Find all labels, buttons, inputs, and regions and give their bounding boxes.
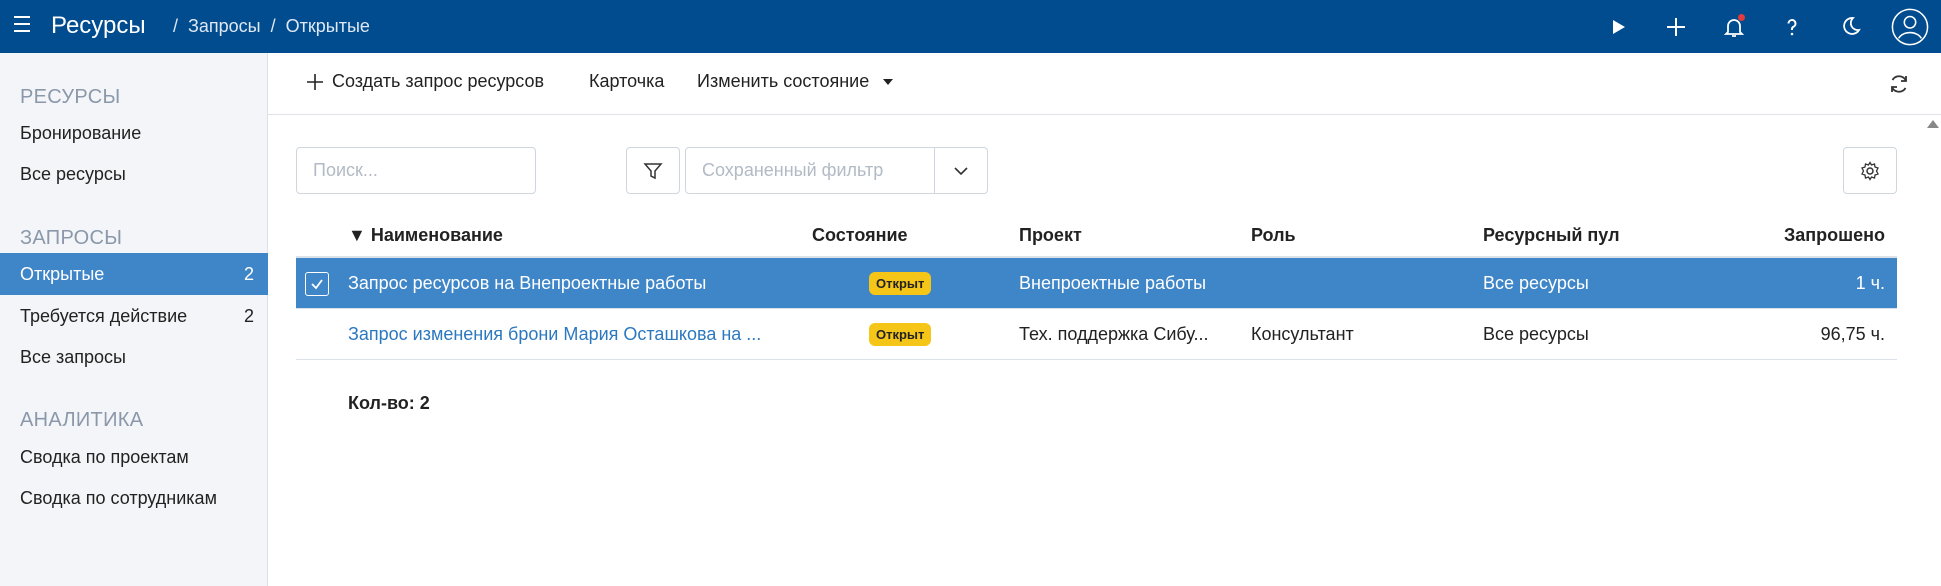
user-profile-button[interactable] [1879, 0, 1941, 53]
breadcrumb-item-open: Открытые [285, 16, 370, 36]
sidebar-item-label: Все запросы [20, 346, 126, 367]
row-project: Тех. поддержка Сибу... [1019, 324, 1209, 344]
row-name[interactable]: Запрос ресурсов на Внепроектные работы [348, 273, 788, 294]
sidebar-item-all-resources[interactable]: Все ресурсы [0, 155, 268, 193]
sidebar-item-label: Сводка по сотрудникам [20, 487, 217, 508]
sidebar-item-projects-summary[interactable]: Сводка по проектам [0, 438, 268, 476]
saved-filter-dropdown-button[interactable] [935, 148, 987, 193]
add-button[interactable] [1647, 0, 1705, 53]
chevron-down-icon [954, 166, 968, 175]
sidebar-group-resources: РЕСУРСЫ [20, 86, 121, 108]
change-state-label: Изменить состояние [697, 71, 870, 91]
plus-icon [307, 73, 323, 90]
table-settings-button[interactable] [1843, 147, 1897, 194]
toolbar: Создать запрос ресурсов Карточка Изменит… [268, 53, 1941, 115]
breadcrumb: / Запросы / Открытые [173, 16, 370, 37]
column-requested[interactable]: Запрошено [1784, 225, 1885, 246]
hamburger-menu-icon[interactable] [14, 16, 34, 36]
breadcrumb-separator: / [173, 16, 179, 36]
search-input[interactable] [296, 147, 536, 194]
row-requested: 1 ч. [1855, 273, 1885, 293]
sidebar-item-booking[interactable]: Бронирование [0, 114, 268, 152]
checkmark-icon [311, 279, 323, 290]
sidebar-item-label: Бронирование [20, 122, 142, 143]
sidebar-item-label: Все ресурсы [20, 163, 126, 184]
sidebar-item-label: Требуется действие [20, 305, 188, 326]
row-pool: Все ресурсы [1483, 273, 1589, 293]
requests-table: ▼ Наименование Состояние Проект Роль Рес… [296, 215, 1897, 413]
question-icon [1787, 18, 1797, 35]
play-button[interactable] [1589, 0, 1647, 53]
column-name-label: Наименование [370, 225, 503, 245]
status-badge: Открыт [869, 323, 932, 346]
moon-icon [1843, 16, 1861, 35]
notification-dot [1738, 14, 1745, 21]
scroll-up-arrow[interactable] [1927, 120, 1939, 128]
create-request-button[interactable]: Создать запрос ресурсов [306, 71, 544, 92]
row-checkbox[interactable] [305, 272, 329, 296]
status-badge: Открыт [869, 272, 932, 295]
play-icon [1613, 19, 1625, 34]
sidebar-item-employees-summary[interactable]: Сводка по сотрудникам [0, 479, 268, 517]
row-pool: Все ресурсы [1483, 324, 1589, 344]
column-project[interactable]: Проект [1019, 225, 1082, 246]
sidebar-item-label: Открытые [20, 263, 105, 284]
row-project: Внепроектные работы [1019, 273, 1207, 293]
refresh-icon[interactable] [1887, 72, 1911, 96]
plus-icon [1667, 17, 1685, 36]
main-content: Создать запрос ресурсов Карточка Изменит… [268, 53, 1941, 586]
notifications-button[interactable] [1705, 0, 1763, 53]
theme-toggle-button[interactable] [1821, 0, 1879, 53]
sidebar-item-action-required[interactable]: Требуется действие 2 [0, 297, 268, 335]
total-count: Кол-во: 2 [348, 393, 430, 413]
table-row[interactable]: Запрос ресурсов на Внепроектные работы О… [296, 258, 1897, 309]
sort-desc-icon: ▼ [348, 225, 366, 245]
breadcrumb-item-requests[interactable]: Запросы [188, 16, 261, 37]
row-role: Консультант [1251, 324, 1354, 344]
avatar-icon [1891, 8, 1929, 45]
sidebar-item-open[interactable]: Открытые 2 [0, 253, 268, 295]
sidebar-group-analytics: АНАЛИТИКА [20, 409, 144, 431]
saved-filter-placeholder: Сохраненный фильтр [686, 148, 935, 193]
card-label: Карточка [589, 71, 665, 91]
change-state-dropdown[interactable]: Изменить состояние [697, 71, 894, 92]
help-button[interactable] [1763, 0, 1821, 53]
app-title[interactable]: Ресурсы [51, 12, 146, 40]
breadcrumb-separator: / [270, 16, 276, 36]
funnel-icon [643, 162, 663, 179]
caret-down-icon [883, 78, 894, 85]
column-role[interactable]: Роль [1251, 225, 1296, 246]
table-row[interactable]: Запрос изменения брони Мария Осташкова н… [296, 309, 1897, 360]
row-requested: 96,75 ч. [1820, 324, 1885, 344]
sidebar-item-all-requests[interactable]: Все запросы [0, 338, 268, 376]
top-actions [1589, 0, 1941, 53]
row-name[interactable]: Запрос изменения брони Мария Осташкова н… [348, 324, 788, 345]
column-name[interactable]: ▼ Наименование [348, 225, 503, 246]
saved-filter-select[interactable]: Сохраненный фильтр [685, 147, 988, 194]
card-button[interactable]: Карточка [589, 71, 664, 92]
top-bar: Ресурсы / Запросы / Открытые [0, 0, 1941, 53]
sidebar-item-count: 2 [243, 263, 254, 284]
sidebar-item-label: Сводка по проектам [20, 446, 189, 467]
create-request-label: Создать запрос ресурсов [332, 71, 545, 91]
gear-icon [1861, 160, 1879, 181]
sidebar-group-requests: ЗАПРОСЫ [20, 227, 123, 249]
sidebar-item-count: 2 [243, 305, 254, 326]
filter-button[interactable] [626, 147, 680, 194]
column-state[interactable]: Состояние [812, 225, 908, 246]
column-pool[interactable]: Ресурсный пул [1483, 225, 1620, 246]
table-header: ▼ Наименование Состояние Проект Роль Рес… [296, 215, 1897, 258]
sidebar: РЕСУРСЫ Бронирование Все ресурсы ЗАПРОСЫ… [0, 53, 268, 586]
